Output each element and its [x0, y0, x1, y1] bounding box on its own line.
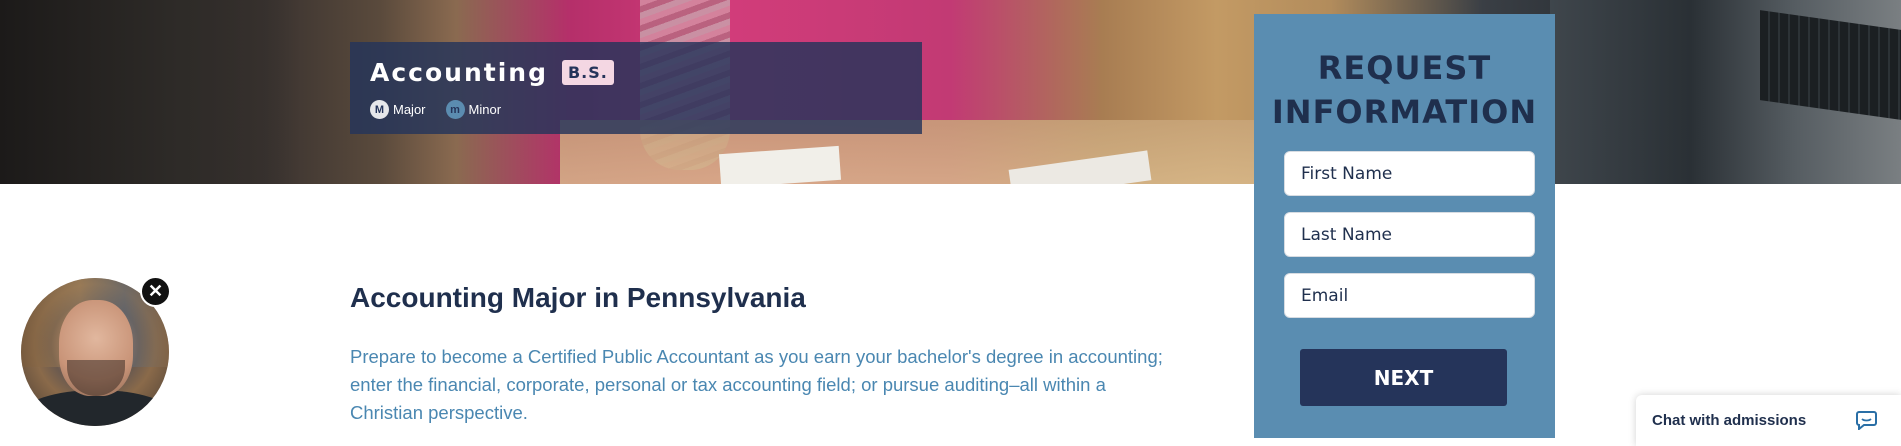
program-title-box: Accounting B.S. M Major m Minor [350, 42, 922, 134]
next-button[interactable]: NEXT [1300, 349, 1507, 406]
major-circle-icon: M [370, 100, 389, 119]
email-field[interactable] [1284, 273, 1535, 318]
chat-bubble-icon [1856, 411, 1877, 430]
program-tags: M Major m Minor [370, 100, 501, 119]
request-info-form: REQUEST INFORMATION NEXT [1254, 14, 1555, 438]
program-title: Accounting [370, 58, 548, 87]
page-heading: Accounting Major in Pennsylvania [350, 282, 806, 313]
chat-label: Chat with admissions [1652, 412, 1807, 429]
tag-minor: m Minor [445, 100, 502, 119]
form-title-line1: REQUEST [1317, 49, 1492, 87]
tag-major-label: Major [393, 102, 426, 117]
degree-badge: B.S. [561, 60, 614, 85]
tag-minor-label: Minor [468, 102, 502, 117]
program-title-row: Accounting B.S. [370, 58, 614, 87]
form-title-line2: INFORMATION [1271, 93, 1538, 131]
close-icon[interactable]: ✕ [140, 276, 171, 307]
intro-paragraph: Prepare to become a Certified Public Acc… [350, 346, 1163, 423]
tag-major: M Major [370, 100, 426, 119]
chat-widget[interactable]: Chat with admissions [1636, 395, 1901, 446]
minor-circle-icon: m [445, 100, 465, 119]
hero-photo-shadow [0, 0, 300, 184]
first-name-field[interactable] [1284, 151, 1535, 196]
last-name-field[interactable] [1284, 212, 1535, 257]
hero-banner: Accounting B.S. M Major m Minor [0, 0, 1901, 184]
form-title: REQUEST INFORMATION [1254, 46, 1555, 134]
